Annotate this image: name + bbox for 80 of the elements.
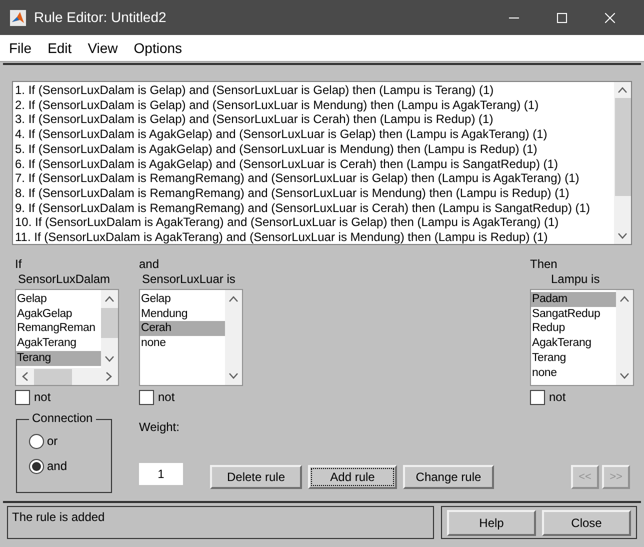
not-label: not: [158, 390, 175, 405]
not-checkbox[interactable]: [530, 390, 545, 405]
list-item[interactable]: AgakGelap: [16, 306, 101, 322]
dialog-button[interactable]: Help: [447, 510, 536, 536]
radio-label: or: [47, 434, 58, 449]
vertical-scrollbar[interactable]: [225, 290, 242, 385]
vertical-scrollbar[interactable]: [101, 290, 118, 368]
menu-item[interactable]: Options: [126, 40, 190, 56]
heading-label: and: [139, 257, 160, 272]
scrollbar-thumb[interactable]: [101, 308, 118, 338]
status-message: The rule is added: [7, 506, 434, 539]
variable-label: SensorLuxDalam: [17, 272, 112, 287]
rule-button[interactable]: Add rule: [308, 465, 397, 489]
vertical-scrollbar[interactable]: [616, 290, 633, 385]
list-item[interactable]: AgakTerang: [16, 336, 101, 351]
dialog-button[interactable]: Close: [542, 510, 631, 536]
list-item[interactable]: Mendung: [140, 306, 225, 322]
menu-item[interactable]: File: [1, 40, 40, 56]
radio-label: and: [47, 459, 68, 474]
rule-item[interactable]: 3. If (SensorLuxDalam is Gelap) and (SensorLuxLuar is Cerah) then (Lampu is Redup) (1): [15, 112, 614, 128]
rule-item[interactable]: 11. If (SensorLuxDalam is AgakTerang) and (SensorLuxLuar is Mendung) then (Lampu is Redup) (1): [15, 230, 614, 244]
list-item[interactable]: Padam: [531, 292, 616, 307]
variable-listbox[interactable]: Gelap AgakGelap RemangReman AgakTerang Terang: [15, 289, 119, 386]
horizontal-scrollbar[interactable]: [16, 368, 118, 385]
variable-label: Lampu is: [550, 272, 601, 287]
list-item[interactable]: Terang: [531, 350, 616, 366]
list-item[interactable]: AgakTerang: [531, 336, 616, 351]
list-item[interactable]: Gelap: [16, 292, 101, 307]
scroll-up-icon[interactable]: [229, 296, 238, 302]
heading-label: Then: [530, 257, 558, 272]
scrollbar-thumb[interactable]: [614, 98, 630, 196]
list-item[interactable]: RemangReman: [16, 321, 101, 336]
rule-item[interactable]: 8. If (SensorLuxDalam is RemangRemang) and (SensorLuxLuar is Mendung) then (Lampu is Redup) (1): [15, 186, 614, 201]
rule-item[interactable]: 10. If (SensorLuxDalam is AgakTerang) and (SensorLuxLuar is Gelap) then (Lampu is AgakTerang) (1): [15, 215, 614, 230]
scroll-up-icon[interactable]: [618, 87, 627, 93]
window-title: Rule Editor: Untitled2: [34, 10, 166, 25]
menu-item[interactable]: Edit: [40, 40, 80, 56]
not-label: not: [549, 390, 566, 405]
scroll-down-icon[interactable]: [105, 356, 114, 362]
weight-field[interactable]: 1: [139, 463, 183, 485]
rule-list[interactable]: [12, 81, 632, 245]
variable-listbox[interactable]: Gelap Mendung Cerah none: [139, 289, 243, 386]
app-logo-icon: [10, 10, 26, 26]
list-item[interactable]: Terang: [16, 350, 101, 366]
scrollbar-thumb[interactable]: [34, 368, 72, 384]
close-icon[interactable]: [605, 12, 615, 22]
vertical-scrollbar[interactable]: [614, 82, 631, 244]
menu-item[interactable]: View: [80, 40, 126, 56]
not-checkbox[interactable]: [139, 390, 154, 405]
scroll-down-icon[interactable]: [618, 233, 627, 239]
scroll-down-icon[interactable]: [229, 373, 238, 379]
rule-button[interactable]: Delete rule: [210, 465, 302, 489]
heading-label: If: [15, 257, 23, 272]
list-item[interactable]: none: [531, 366, 616, 380]
rule-item[interactable]: 1. If (SensorLuxDalam is Gelap) and (SensorLuxLuar is Gelap) then (Lampu is Terang) (1): [15, 83, 614, 98]
scroll-up-icon[interactable]: [620, 296, 629, 302]
rule-item[interactable]: 5. If (SensorLuxDalam is AgakGelap) and (SensorLuxLuar is Mendung) then (Lampu is Redup) (1): [15, 142, 614, 157]
variable-label: SensorLuxLuar is: [141, 272, 236, 287]
list-item[interactable]: Gelap: [140, 292, 225, 307]
maximize-icon[interactable]: [557, 12, 567, 22]
list-item[interactable]: Cerah: [140, 321, 225, 336]
rule-item[interactable]: 7. If (SensorLuxDalam is RemangRemang) and (SensorLuxLuar is Gelap) then (Lampu is AgakTerang) (1): [15, 171, 614, 186]
not-checkbox[interactable]: [15, 390, 30, 405]
rule-item[interactable]: 6. If (SensorLuxDalam is AgakGelap) and (SensorLuxLuar is Cerah) then (Lampu is SangatRedup) (1): [15, 156, 614, 172]
list-item[interactable]: Redup: [531, 321, 616, 336]
weight-label: Weight:: [139, 420, 180, 435]
scroll-right-icon[interactable]: [106, 372, 112, 381]
variable-listbox[interactable]: Padam SangatRedup Redup AgakTerang Terang none: [530, 289, 634, 386]
scroll-left-icon[interactable]: [22, 372, 28, 381]
rule-item[interactable]: 9. If (SensorLuxDalam is RemangRemang) and (SensorLuxLuar is Cerah) then (Lampu is SangatRedup) (1): [15, 200, 614, 216]
radio-button[interactable]: [29, 434, 44, 449]
list-item[interactable]: none: [140, 336, 225, 351]
rule-item[interactable]: 4. If (SensorLuxDalam is AgakGelap) and (SensorLuxLuar is Gelap) then (Lampu is AgakTerang) (1): [15, 127, 614, 142]
scroll-down-icon[interactable]: [620, 373, 629, 379]
radio-button[interactable]: [29, 459, 44, 474]
rule-button[interactable]: Change rule: [403, 465, 494, 489]
list-item[interactable]: SangatRedup: [531, 306, 616, 322]
not-label: not: [34, 390, 51, 405]
scroll-up-icon[interactable]: [105, 296, 114, 302]
rule-item[interactable]: 2. If (SensorLuxDalam is Gelap) and (SensorLuxLuar is Mendung) then (Lampu is AgakTerang) (1): [15, 98, 614, 112]
